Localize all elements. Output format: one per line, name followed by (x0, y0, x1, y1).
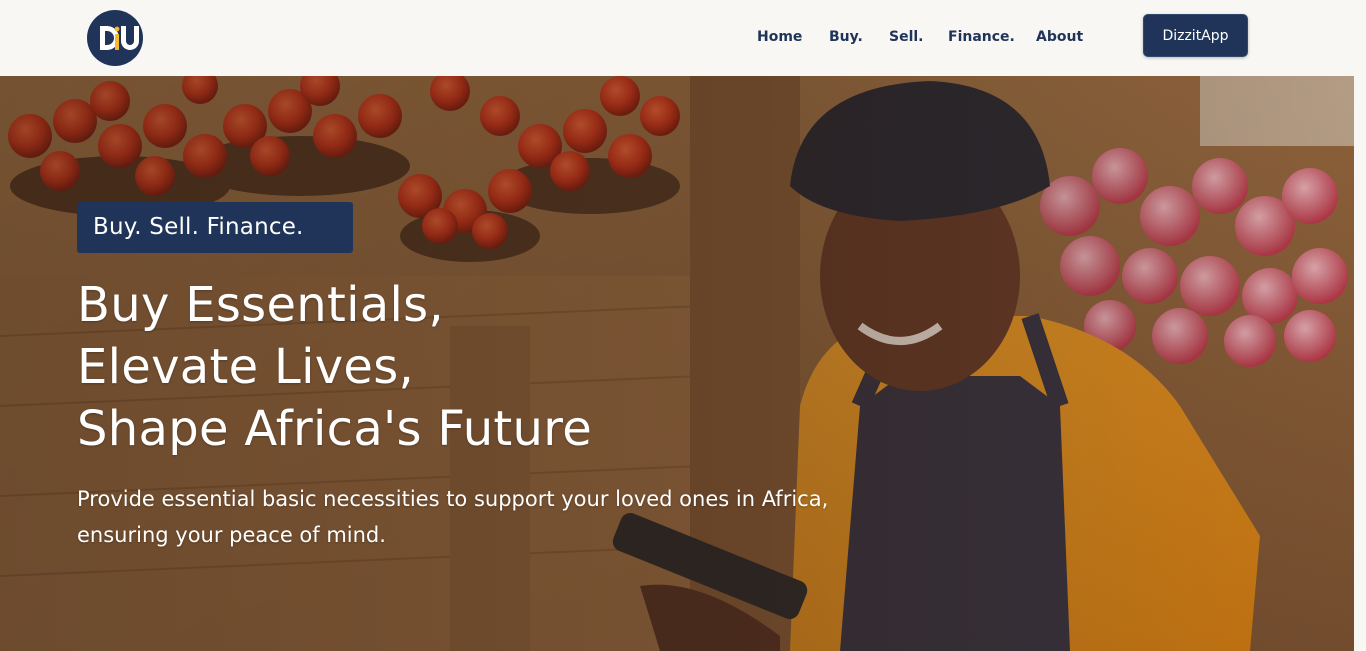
dizzitapp-button[interactable]: DizzitApp (1143, 14, 1248, 57)
page-edge (1354, 76, 1366, 651)
nav-about[interactable]: About (1036, 29, 1083, 45)
nav-buy[interactable]: Buy. (829, 29, 863, 45)
hero-subtext: Provide essential basic necessities to s… (77, 487, 829, 547)
tagline-text: Buy. Sell. Finance. (93, 214, 304, 240)
headline-line-2: Elevate Lives, (77, 339, 415, 395)
hero-headline: Buy Essentials, Elevate Lives, Shape Afr… (77, 274, 592, 460)
headline-line-3: Shape Africa's Future (77, 401, 593, 457)
nav-finance[interactable]: Finance. (948, 29, 1015, 45)
headline-line-1: Buy Essentials, (77, 277, 444, 333)
nav-home[interactable]: Home (757, 29, 802, 45)
nav-sell[interactable]: Sell. (889, 29, 924, 45)
site-header: Home Buy. Sell. Finance. About DizzitApp (0, 0, 1366, 76)
hero-section: Buy. Sell. Finance. Buy Essentials, Elev… (0, 76, 1366, 651)
tagline-badge: Buy. Sell. Finance. (77, 202, 353, 253)
